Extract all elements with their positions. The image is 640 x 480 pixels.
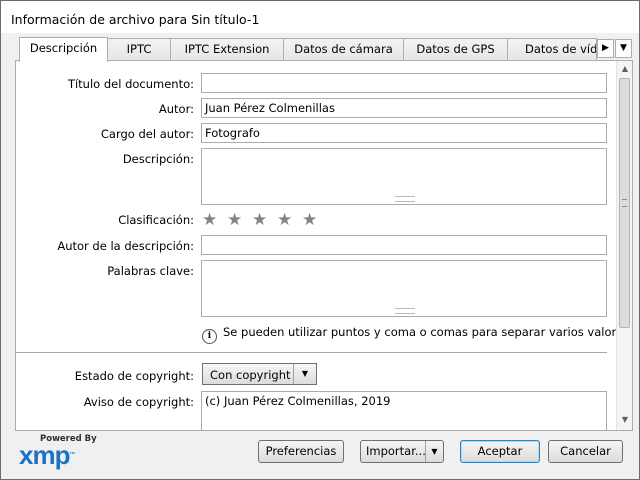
cancel-button[interactable]: Cancelar — [548, 440, 623, 463]
file-info-dialog: Información de archivo para Sin título-1… — [0, 0, 640, 480]
star-icon[interactable]: ★ — [277, 211, 295, 229]
vertical-scrollbar[interactable]: ▲ ▼ — [616, 61, 632, 430]
keywords-label: Palabras clave: — [107, 264, 194, 278]
chevron-down-icon: ▼ — [293, 364, 316, 384]
import-split-button[interactable]: Importar... ▼ — [360, 440, 444, 463]
rating-label: Clasificación: — [118, 213, 194, 227]
info-icon: i — [202, 329, 217, 344]
tab-datos-camara[interactable]: Datos de cámara — [283, 38, 404, 60]
chevron-down-icon: ▼ — [620, 43, 627, 53]
copyright-status-label: Estado de copyright: — [74, 369, 194, 383]
author-field[interactable]: Juan Pérez Colmenillas — [201, 98, 607, 118]
description-panel: Título del documento: Autor: Juan Pérez … — [15, 60, 633, 431]
doc-title-field[interactable] — [201, 73, 607, 93]
tab-bar: Descripción IPTC IPTC Extension Datos de… — [15, 37, 635, 62]
tab-datos-gps[interactable]: Datos de GPS — [403, 38, 508, 60]
author-title-field[interactable]: Fotografo — [201, 123, 607, 143]
star-icon[interactable]: ★ — [202, 211, 220, 229]
trademark-mark: ™ — [69, 452, 75, 458]
tab-iptc[interactable]: IPTC — [107, 38, 171, 60]
tab-datos-video[interactable]: Datos de vídeo — [507, 38, 597, 60]
title-bar: Información de archivo para Sin título-1 — [1, 1, 639, 33]
copyright-status-select[interactable]: Con copyright ▼ — [202, 363, 317, 385]
preferences-button[interactable]: Preferencias — [258, 440, 344, 463]
star-icon[interactable]: ★ — [227, 211, 245, 229]
tab-scroll-right-button[interactable]: ▶ — [597, 39, 614, 58]
copyright-status-value: Con copyright — [210, 368, 291, 382]
star-icon[interactable]: ★ — [252, 211, 270, 229]
triangle-right-icon: ▶ — [602, 43, 609, 53]
tab-iptc-extension[interactable]: IPTC Extension — [170, 38, 284, 60]
scrollbar-thumb[interactable] — [619, 78, 630, 328]
dialog-footer: Powered By xmp™ Preferencias Importar...… — [1, 431, 639, 479]
copyright-notice-label: Aviso de copyright: — [83, 395, 194, 409]
description-textarea[interactable] — [201, 148, 607, 205]
copyright-notice-textarea[interactable]: (c) Juan Pérez Colmenillas, 2019 — [201, 391, 607, 430]
xmp-logo: Powered By xmp™ — [19, 434, 97, 468]
ok-button[interactable]: Aceptar — [460, 440, 540, 463]
description-writer-label: Autor de la descripción: — [57, 239, 194, 253]
section-divider — [16, 352, 607, 353]
star-icon[interactable]: ★ — [302, 211, 320, 229]
scroll-down-icon[interactable]: ▼ — [618, 412, 632, 428]
xmp-wordmark: xmp — [19, 440, 70, 470]
description-writer-field[interactable] — [201, 235, 607, 255]
keywords-hint-text: Se pueden utilizar puntos y coma o comas… — [223, 325, 630, 339]
keywords-hint: i Se pueden utilizar puntos y coma o coma… — [202, 325, 629, 344]
tab-descripcion[interactable]: Descripción — [19, 37, 108, 62]
scroll-up-icon[interactable]: ▲ — [618, 61, 632, 77]
grip-icon — [622, 199, 627, 207]
keywords-textarea[interactable] — [201, 260, 607, 317]
resize-grip-icon[interactable] — [395, 308, 415, 314]
import-label: Importar... — [366, 444, 426, 458]
description-label: Descripción: — [122, 152, 194, 166]
author-label: Autor: — [158, 102, 194, 116]
window-title: Información de archivo para Sin título-1 — [11, 12, 260, 27]
author-title-label: Cargo del autor: — [100, 127, 194, 141]
resize-grip-icon[interactable] — [395, 196, 415, 202]
doc-title-label: Título del documento: — [67, 77, 194, 91]
chevron-down-icon[interactable]: ▼ — [425, 441, 443, 462]
rating-stars: ★ ★ ★ ★ ★ — [202, 211, 327, 229]
tab-list-menu-button[interactable]: ▼ — [615, 39, 632, 58]
xmp-logo-text: xmp™ — [19, 442, 97, 468]
